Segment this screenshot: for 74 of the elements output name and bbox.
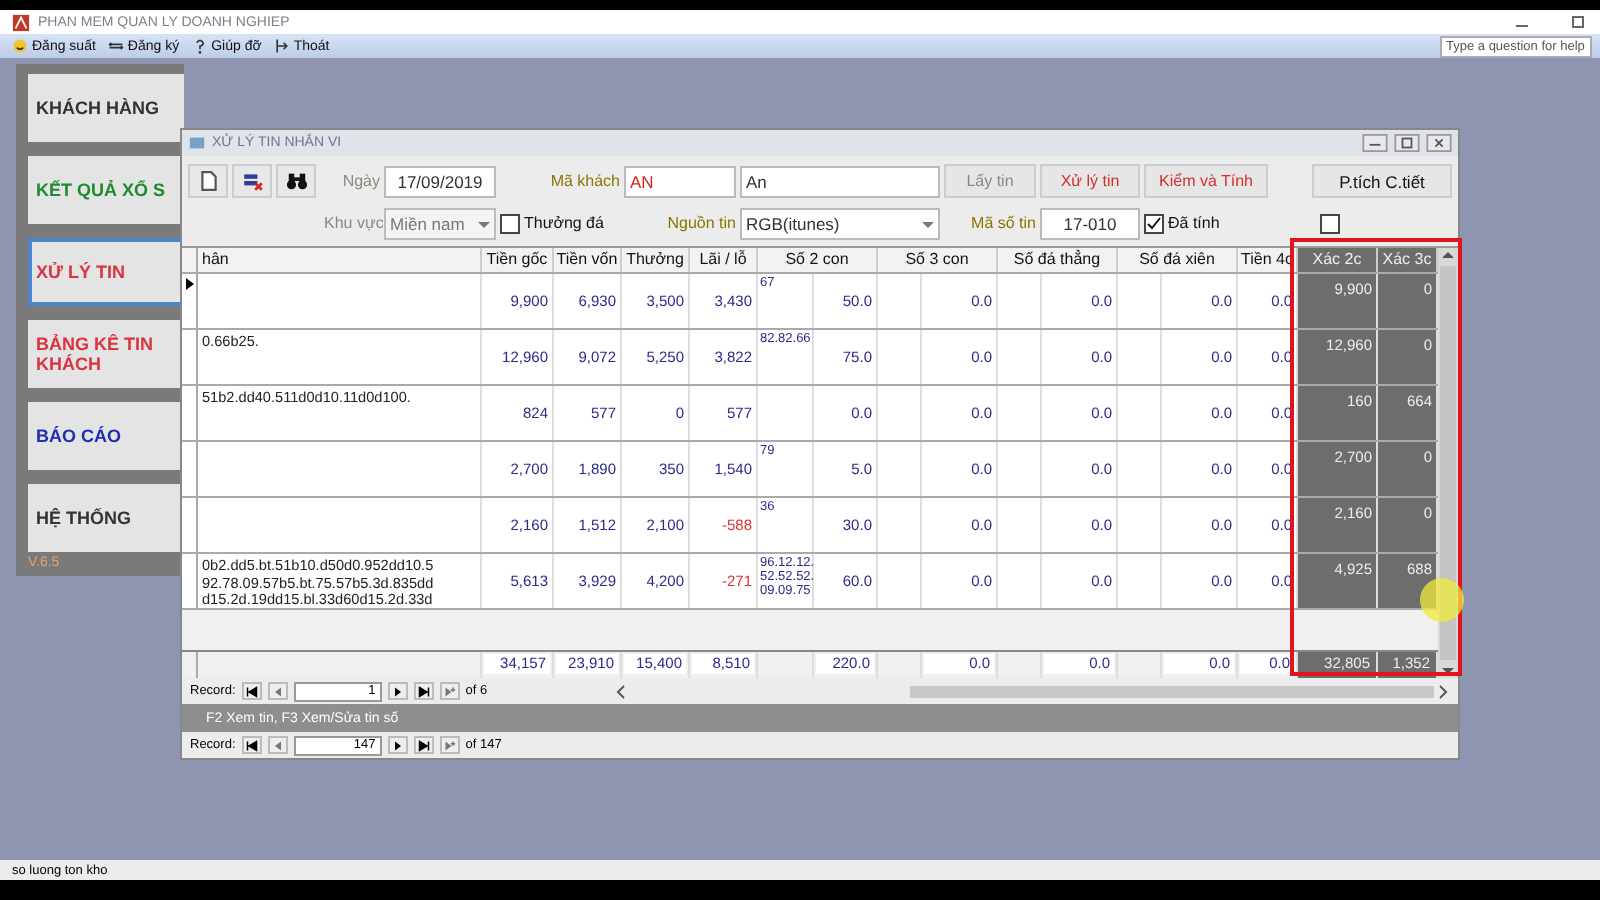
- form-button[interactable]: Xử lý tin: [1040, 164, 1140, 198]
- new-record-icon: [443, 685, 456, 697]
- new-document-button[interactable]: [188, 164, 228, 198]
- customer-label: Mã khách: [548, 172, 620, 190]
- source-dropdown[interactable]: RGB(itunes): [740, 207, 940, 239]
- column-header[interactable]: Số đá xiên: [1118, 248, 1238, 272]
- column-header[interactable]: Tiền vốn: [554, 248, 622, 272]
- first-record-button[interactable]: [241, 682, 262, 700]
- next-record-icon: [391, 685, 404, 697]
- window-icon: [188, 134, 206, 152]
- list-delete-icon: [241, 170, 263, 192]
- scroll-up-icon[interactable]: [1440, 248, 1456, 264]
- previous-record-icon: [271, 685, 284, 697]
- next-record-button[interactable]: [387, 682, 408, 700]
- message-number-field[interactable]: 17-010: [1040, 207, 1140, 239]
- nav-button[interactable]: XỬ LÝ TIN: [28, 238, 184, 306]
- column-header[interactable]: Số đá thẳng: [998, 248, 1118, 272]
- nav-button[interactable]: HỆ THỐNG: [28, 484, 184, 552]
- arrows-icon: [107, 38, 124, 54]
- close-icon[interactable]: [1426, 134, 1452, 152]
- column-header[interactable]: Số 2 con: [758, 248, 878, 272]
- previous-record-button[interactable]: [267, 682, 288, 700]
- nav-button[interactable]: KHÁCH HÀNG: [28, 74, 184, 142]
- region-label: Khu vực: [324, 214, 380, 232]
- message-number-label: Mã số tin: [969, 214, 1036, 232]
- column-header[interactable]: Số 3 con: [878, 248, 998, 272]
- checkmark-icon: [1146, 215, 1162, 231]
- column-header[interactable]: Xác 2c: [1298, 248, 1378, 272]
- checkbox[interactable]: [1320, 213, 1340, 233]
- column-header[interactable]: hân: [198, 248, 482, 272]
- form-button[interactable]: Kiểm và Tính: [1144, 164, 1268, 198]
- minimize-icon[interactable]: [1362, 134, 1388, 152]
- new-record-button[interactable]: [439, 736, 460, 754]
- exit-icon: [273, 38, 290, 54]
- first-record-button[interactable]: [241, 736, 262, 754]
- customer-name-field[interactable]: An: [740, 165, 940, 197]
- new-record-icon: [443, 739, 456, 751]
- first-record-icon: [245, 739, 258, 751]
- column-header[interactable]: Lãi / lỗ: [690, 248, 758, 272]
- nav-button[interactable]: BÁO CÁO: [28, 402, 184, 470]
- previous-record-icon: [271, 739, 284, 751]
- customer-code-field[interactable]: AN: [624, 165, 736, 197]
- scroll-right-icon[interactable]: [1434, 683, 1450, 699]
- document-icon: [197, 170, 219, 192]
- source-label: Nguồn tin: [665, 214, 736, 232]
- horizontal-scrollbar[interactable]: [613, 683, 1450, 699]
- checkbox[interactable]: Thưởng đá: [500, 213, 620, 233]
- previous-record-button[interactable]: [267, 736, 288, 754]
- column-header[interactable]: Xác 3c: [1378, 248, 1438, 272]
- binoculars-icon: [285, 170, 307, 192]
- toolbar-button[interactable]: [232, 164, 272, 198]
- next-record-button[interactable]: [387, 736, 408, 754]
- scroll-down-icon[interactable]: [1440, 662, 1456, 678]
- nav-button[interactable]: BẢNG KÊ TIN KHÁCH: [28, 320, 184, 388]
- new-record-button[interactable]: [439, 682, 460, 700]
- scroll-left-icon[interactable]: [613, 683, 630, 699]
- checkbox[interactable]: Đã tính: [1144, 213, 1268, 233]
- first-record-icon: [245, 685, 258, 697]
- next-record-icon: [391, 739, 404, 751]
- last-record-button[interactable]: [413, 682, 434, 700]
- help-icon: [191, 38, 208, 54]
- maximize-icon[interactable]: [1394, 134, 1420, 152]
- form-button[interactable]: P.tích C.tiết: [1312, 164, 1452, 198]
- restore-icon[interactable]: [1568, 12, 1588, 32]
- row-selector[interactable]: [182, 274, 198, 328]
- vertical-scrollbar[interactable]: [1438, 248, 1458, 678]
- binoculars-button[interactable]: [276, 164, 316, 198]
- last-record-icon: [417, 739, 430, 751]
- smiley-icon: [12, 38, 28, 54]
- date-label: Ngày: [340, 172, 380, 190]
- last-record-icon: [417, 685, 430, 697]
- column-header[interactable]: Thưởng: [622, 248, 690, 272]
- last-record-button[interactable]: [413, 736, 434, 754]
- column-header[interactable]: Tiền gốc: [482, 248, 554, 272]
